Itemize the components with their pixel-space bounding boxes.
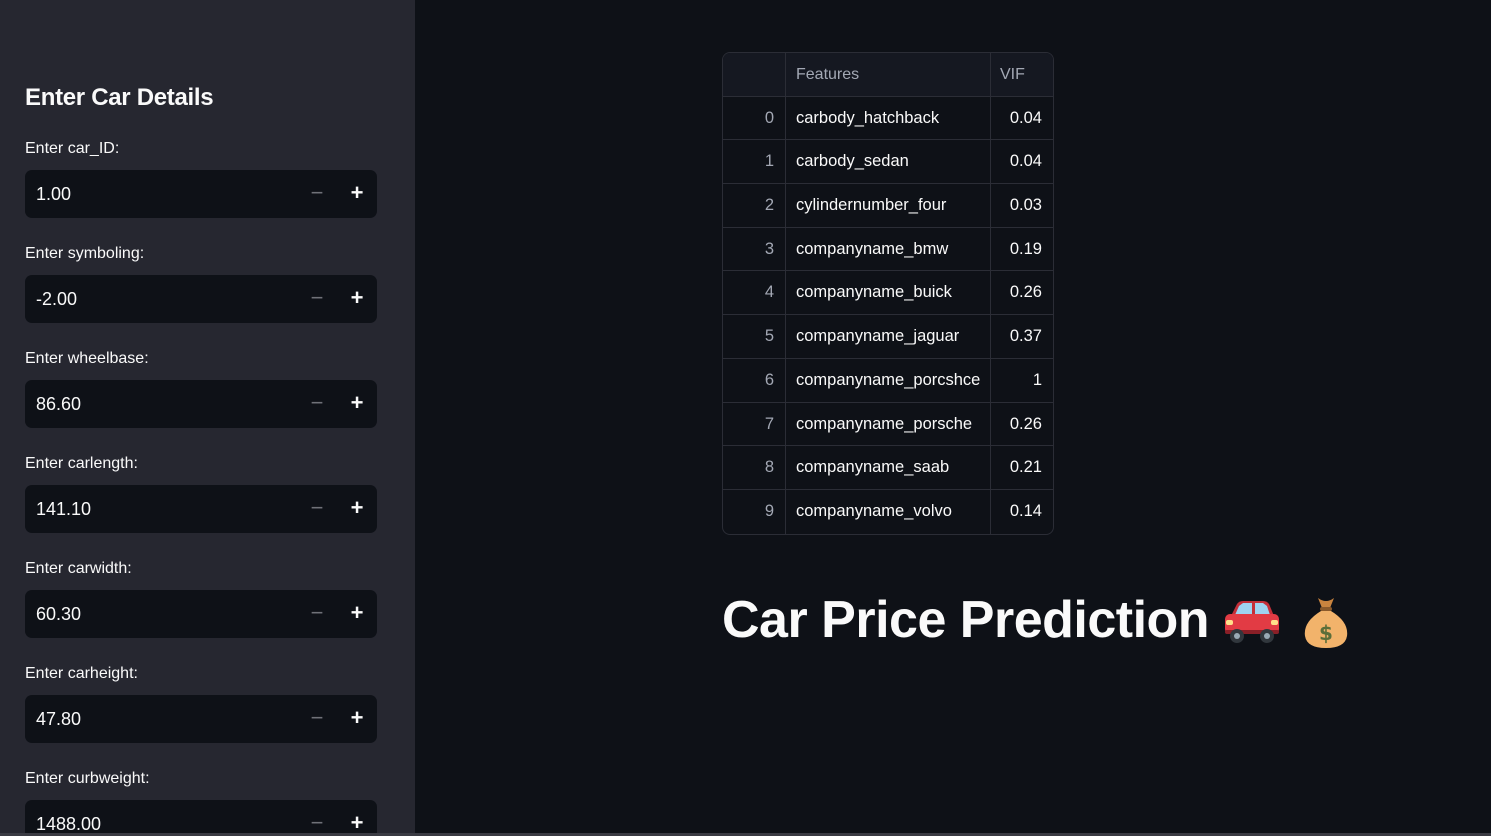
table-header-row: Features VIF <box>723 53 1053 97</box>
main-content: Features VIF 0 carbody_hatchback 0.04 1 … <box>415 0 1491 836</box>
table-row[interactable]: 7 companyname_porsche 0.26 <box>723 402 1053 447</box>
increment-button[interactable]: + <box>337 170 377 218</box>
row-index: 1 <box>723 140 786 184</box>
vif-cell[interactable]: 0.03 <box>991 184 1053 227</box>
field-label: Enter symboling: <box>25 245 145 262</box>
table-row[interactable]: 6 companyname_porcshce 1 <box>723 358 1053 403</box>
field-label: Enter wheelbase: <box>25 350 149 367</box>
index-column-header <box>723 53 786 96</box>
table-row[interactable]: 4 companyname_buick 0.26 <box>723 271 1053 316</box>
field-carlength: Enter carlength: 141.10 − + <box>25 454 377 533</box>
decrement-button[interactable]: − <box>297 590 337 638</box>
field-label: Enter carlength: <box>25 455 138 472</box>
feature-cell[interactable]: cylindernumber_four <box>786 184 991 227</box>
carwidth-input[interactable]: 60.30 − + <box>25 590 377 638</box>
field-symboling: Enter symboling: -2.00 − + <box>25 244 377 323</box>
page-title: Car Price Prediction <box>722 591 1210 649</box>
vif-cell[interactable]: 0.37 <box>991 315 1053 358</box>
vif-cell[interactable]: 0.26 <box>991 271 1053 314</box>
field-label: Enter curbweight: <box>25 770 150 787</box>
field-carwidth: Enter carwidth: 60.30 − + <box>25 559 377 638</box>
vif-cell[interactable]: 0.19 <box>991 228 1053 271</box>
row-index: 3 <box>723 227 786 271</box>
row-index: 5 <box>723 315 786 358</box>
decrement-button[interactable]: − <box>297 485 337 533</box>
vif-cell[interactable]: 0.14 <box>991 490 1053 534</box>
car-icon <box>1225 601 1279 643</box>
row-index: 9 <box>723 489 786 534</box>
input-value[interactable]: 47.80 <box>36 695 81 743</box>
feature-cell[interactable]: companyname_porsche <box>786 402 991 446</box>
app: Enter Car Details Enter car_ID: 1.00 − +… <box>0 0 1491 836</box>
feature-cell[interactable]: companyname_bmw <box>786 227 991 271</box>
vif-column-header[interactable]: VIF <box>991 53 1053 96</box>
vif-cell[interactable]: 0.26 <box>991 403 1053 446</box>
feature-cell[interactable]: companyname_saab <box>786 446 991 489</box>
vif-table[interactable]: Features VIF 0 carbody_hatchback 0.04 1 … <box>722 52 1054 535</box>
increment-button[interactable]: + <box>337 590 377 638</box>
field-curbweight: Enter curbweight: 1488.00 − + <box>25 769 377 836</box>
input-value[interactable]: 141.10 <box>36 485 91 533</box>
carheight-input[interactable]: 47.80 − + <box>25 695 377 743</box>
table-row[interactable]: 2 cylindernumber_four 0.03 <box>723 184 1053 228</box>
vif-cell[interactable]: 0.04 <box>991 97 1053 140</box>
increment-button[interactable]: + <box>337 485 377 533</box>
decrement-button[interactable]: − <box>297 380 337 428</box>
feature-cell[interactable]: companyname_jaguar <box>786 315 991 358</box>
feature-cell[interactable]: companyname_porcshce <box>786 358 991 402</box>
features-column-header[interactable]: Features <box>786 53 991 96</box>
input-value[interactable]: 60.30 <box>36 590 81 638</box>
curbweight-input[interactable]: 1488.00 − + <box>25 800 377 836</box>
vif-cell[interactable]: 0.04 <box>991 140 1053 183</box>
decrement-button[interactable]: − <box>297 170 337 218</box>
feature-cell[interactable]: companyname_volvo <box>786 489 991 534</box>
input-value[interactable]: 86.60 <box>36 380 81 428</box>
increment-button[interactable]: + <box>337 275 377 323</box>
decrement-button[interactable]: − <box>297 800 337 836</box>
row-index: 2 <box>723 184 786 227</box>
symboling-input[interactable]: -2.00 − + <box>25 275 377 323</box>
decrement-button[interactable]: − <box>297 695 337 743</box>
input-value[interactable]: 1.00 <box>36 170 71 218</box>
increment-button[interactable]: + <box>337 800 377 836</box>
feature-cell[interactable]: carbody_sedan <box>786 140 991 184</box>
vif-cell[interactable]: 1 <box>991 359 1053 402</box>
feature-cell[interactable]: companyname_buick <box>786 271 991 315</box>
field-carheight: Enter carheight: 47.80 − + <box>25 664 377 743</box>
input-value[interactable]: 1488.00 <box>36 800 101 836</box>
row-index: 6 <box>723 358 786 402</box>
svg-text:$: $ <box>1319 621 1333 645</box>
table-row[interactable]: 1 carbody_sedan 0.04 <box>723 140 1053 185</box>
sidebar: Enter Car Details Enter car_ID: 1.00 − +… <box>0 0 415 836</box>
table-row[interactable]: 0 carbody_hatchback 0.04 <box>723 96 1053 141</box>
field-label: Enter car_ID: <box>25 140 120 157</box>
row-index: 8 <box>723 446 786 489</box>
decrement-button[interactable]: − <box>297 275 337 323</box>
money-bag-icon: $ <box>1304 598 1348 648</box>
field-car-id: Enter car_ID: 1.00 − + <box>25 139 377 218</box>
table-row[interactable]: 5 companyname_jaguar 0.37 <box>723 315 1053 359</box>
field-label: Enter carwidth: <box>25 560 132 577</box>
field-wheelbase: Enter wheelbase: 86.60 − + <box>25 349 377 428</box>
field-label: Enter carheight: <box>25 665 138 682</box>
carlength-input[interactable]: 141.10 − + <box>25 485 377 533</box>
table-row[interactable]: 8 companyname_saab 0.21 <box>723 446 1053 490</box>
sidebar-header: Enter Car Details <box>25 84 214 111</box>
input-value[interactable]: -2.00 <box>36 275 77 323</box>
row-index: 0 <box>723 96 786 140</box>
feature-cell[interactable]: carbody_hatchback <box>786 96 991 140</box>
table-row[interactable]: 9 companyname_volvo 0.14 <box>723 489 1053 534</box>
increment-button[interactable]: + <box>337 380 377 428</box>
table-row[interactable]: 3 companyname_bmw 0.19 <box>723 227 1053 272</box>
row-index: 7 <box>723 402 786 446</box>
row-index: 4 <box>723 271 786 315</box>
vif-cell[interactable]: 0.21 <box>991 446 1053 489</box>
car-id-input[interactable]: 1.00 − + <box>25 170 377 218</box>
increment-button[interactable]: + <box>337 695 377 743</box>
wheelbase-input[interactable]: 86.60 − + <box>25 380 377 428</box>
